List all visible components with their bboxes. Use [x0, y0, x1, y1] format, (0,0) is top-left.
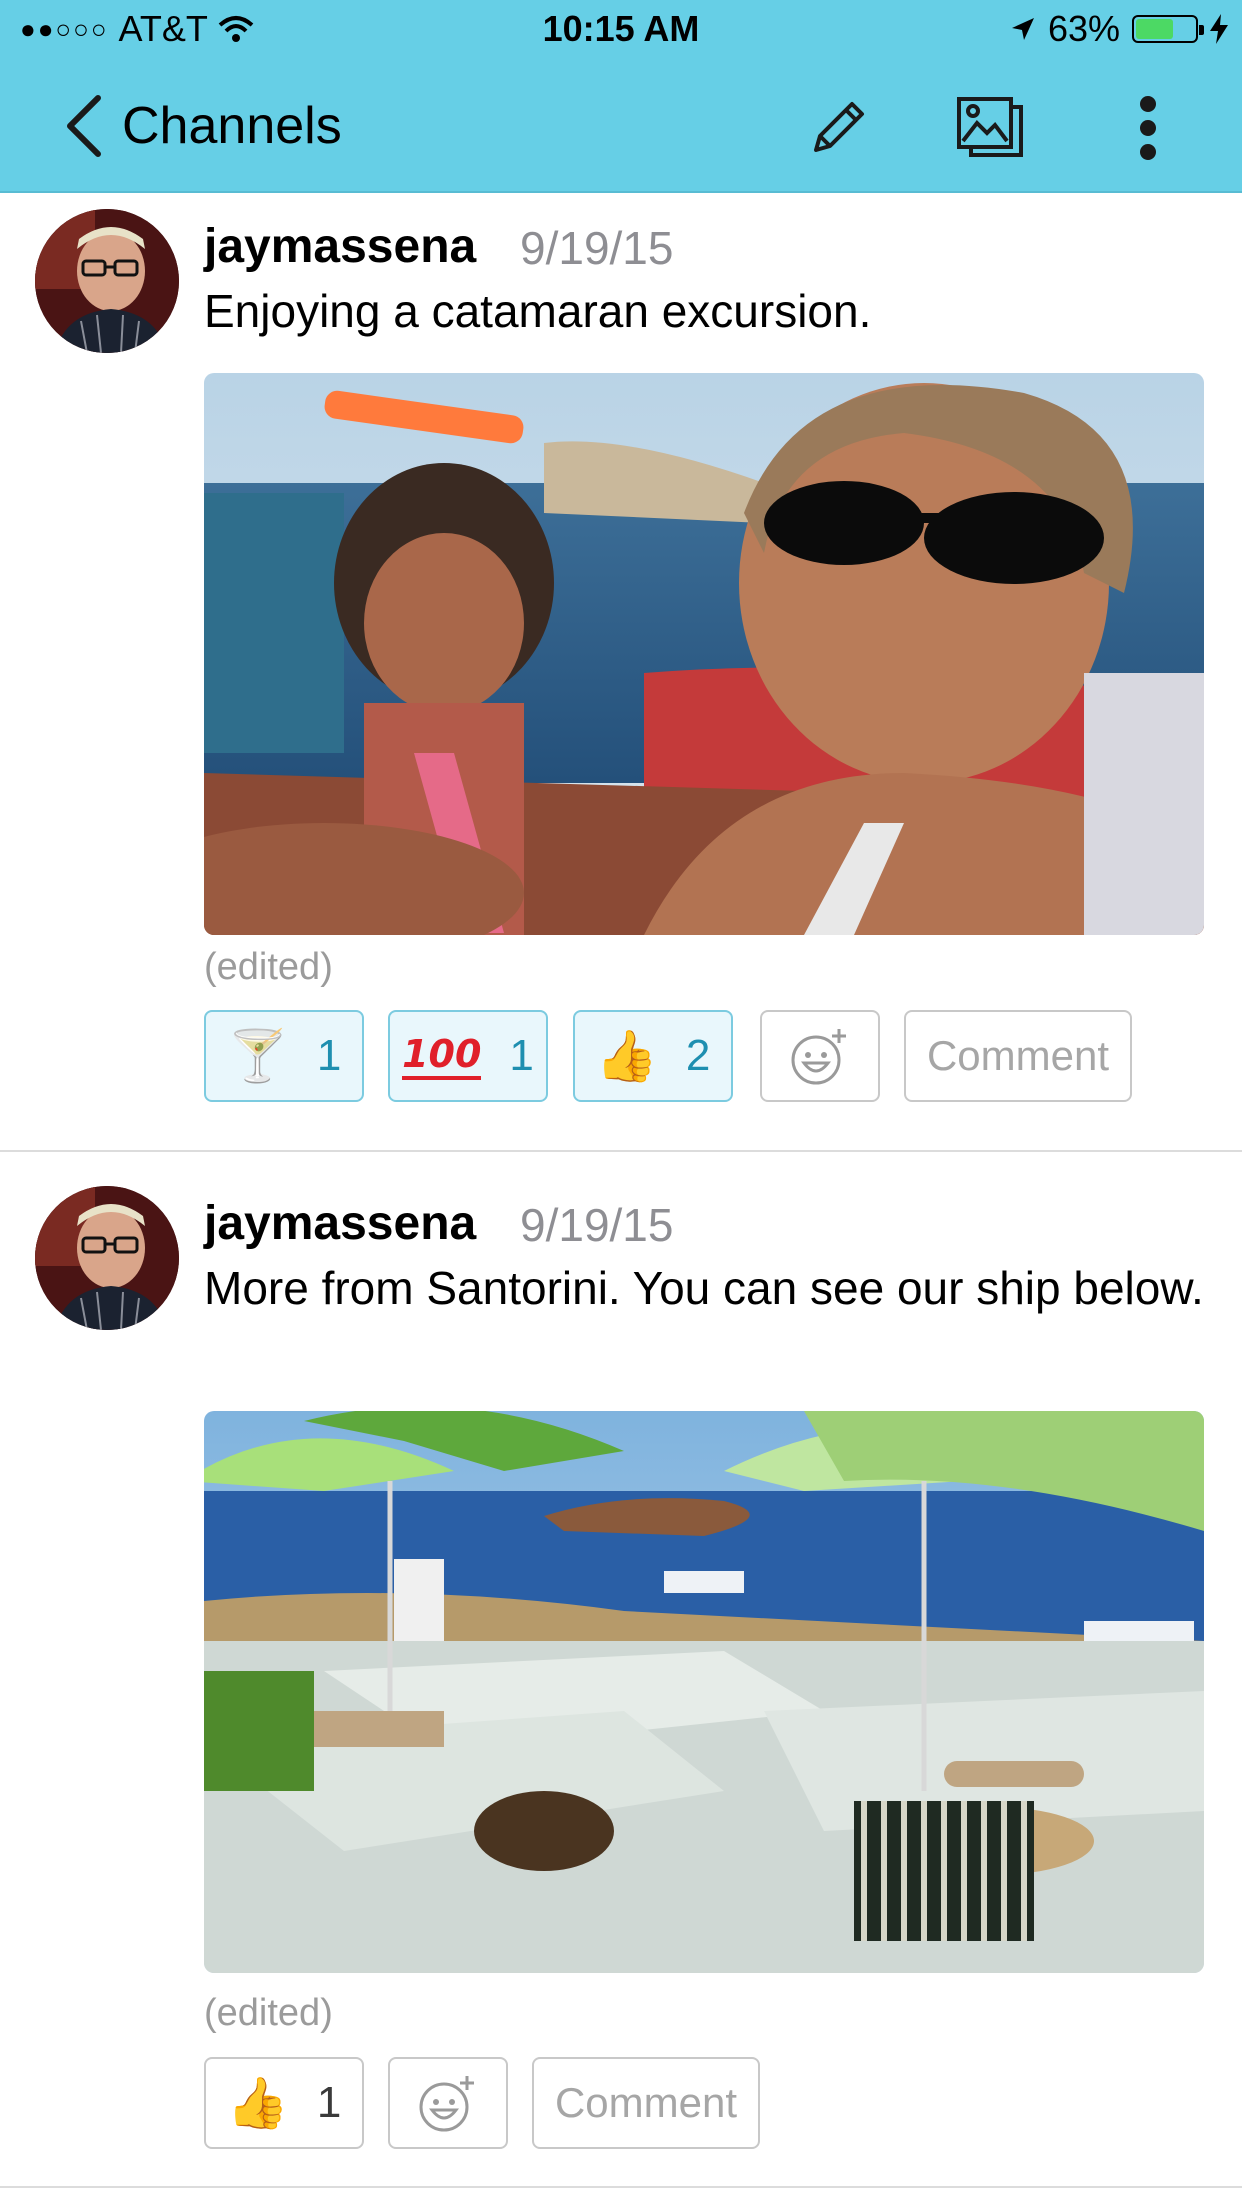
reaction-count: 1	[509, 1031, 534, 1080]
post-divider	[0, 1150, 1242, 1152]
back-button[interactable]: Channels	[64, 94, 342, 158]
post-photo[interactable]	[204, 1411, 1204, 1973]
avatar[interactable]	[35, 209, 179, 353]
edited-label: (edited)	[204, 946, 333, 988]
cocktail-icon: 🍸	[226, 1028, 289, 1084]
charging-bolt-icon	[1210, 14, 1228, 44]
reaction-cocktail-button[interactable]: 🍸 1	[204, 1010, 364, 1102]
more-icon	[1140, 96, 1156, 160]
thumbs-up-icon: 👍	[226, 2075, 289, 2131]
comment-button[interactable]: Comment	[532, 2057, 760, 2149]
status-bar: ●●○○○ AT&T 10:15 AM 63%	[0, 0, 1242, 62]
edited-label: (edited)	[204, 1992, 333, 2034]
location-arrow-icon	[1011, 18, 1034, 40]
avatar[interactable]	[35, 1186, 179, 1330]
post-text: Enjoying a catamaran excursion.	[204, 285, 872, 337]
post-divider	[0, 2186, 1242, 2188]
gallery-button[interactable]	[952, 90, 1028, 166]
add-reaction-button[interactable]	[760, 1010, 880, 1102]
reaction-count: 1	[316, 2078, 342, 2127]
add-reaction-icon	[791, 1029, 846, 1085]
battery-icon	[1132, 15, 1204, 43]
post-photo[interactable]	[204, 373, 1204, 935]
add-reaction-icon	[419, 2076, 474, 2132]
pencil-icon	[814, 102, 864, 152]
username[interactable]: jaymassena	[204, 1196, 476, 1251]
thumbs-up-icon: 👍	[595, 1028, 658, 1084]
username[interactable]: jaymassena	[204, 219, 476, 274]
post-date: 9/19/15	[520, 222, 674, 274]
add-reaction-button[interactable]	[388, 2057, 508, 2149]
reaction-count: 2	[685, 1031, 711, 1080]
back-label: Channels	[122, 97, 342, 155]
chevron-left-icon	[67, 95, 101, 157]
post-text: More from Santorini. You can see our shi…	[204, 1262, 1204, 1314]
battery-percent: 63%	[1047, 8, 1120, 49]
header-divider	[0, 191, 1242, 193]
top-bar: ●●○○○ AT&T 10:15 AM 63% Channels	[0, 0, 1242, 191]
reaction-thumbsup-button[interactable]: 👍 2	[573, 1010, 733, 1102]
gallery-icon	[957, 97, 1023, 157]
reaction-count: 1	[316, 1031, 342, 1080]
hundred-points-icon: 100	[402, 1032, 482, 1080]
navigation-bar: Channels	[0, 62, 1242, 191]
more-button[interactable]	[1110, 90, 1186, 166]
reaction-hundred-button[interactable]: 100 1	[388, 1010, 548, 1102]
reaction-thumbsup-button[interactable]: 👍 1	[204, 2057, 364, 2149]
compose-button[interactable]	[800, 90, 876, 166]
comment-button[interactable]: Comment	[904, 1010, 1132, 1102]
post-date: 9/19/15	[520, 1199, 674, 1251]
